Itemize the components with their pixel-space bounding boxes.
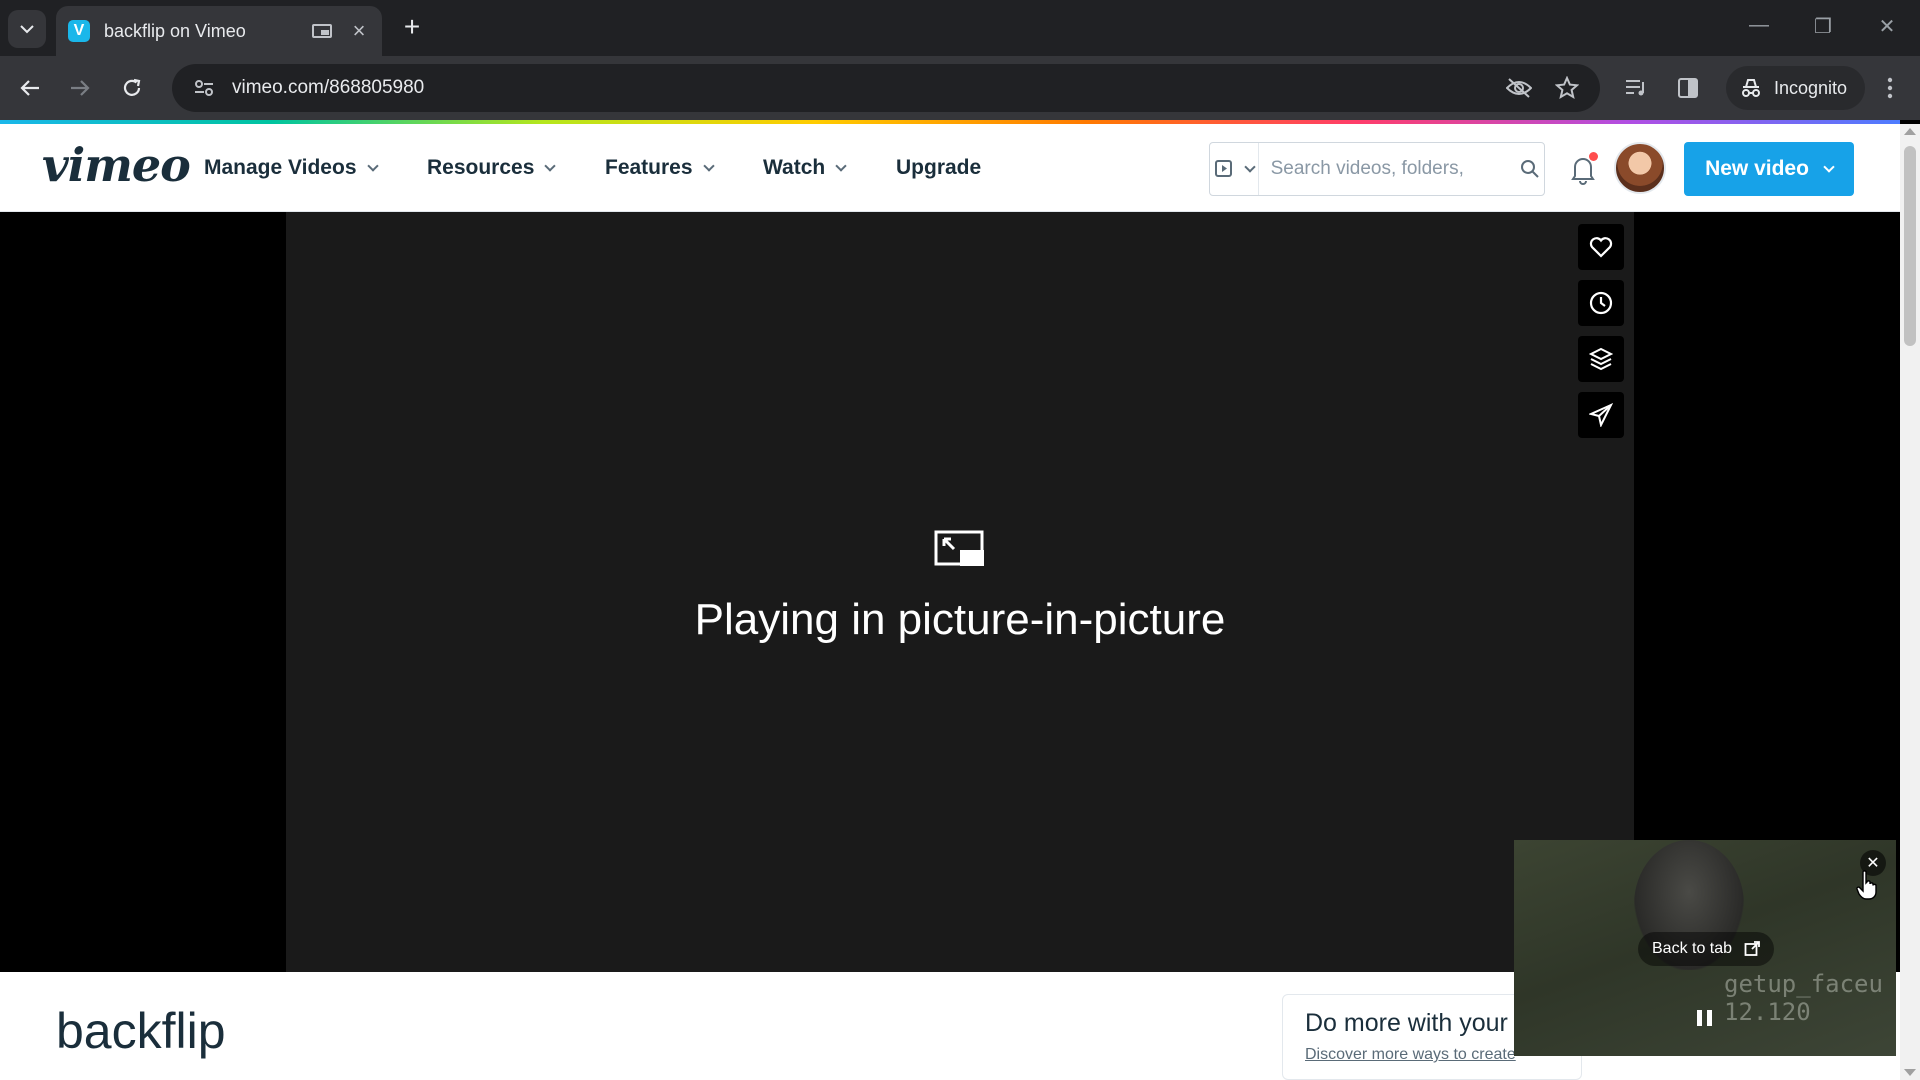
search-type-dropdown[interactable] (1210, 143, 1259, 195)
notifications-button[interactable] (1566, 152, 1600, 186)
external-link-icon (1744, 941, 1760, 956)
chevron-down-icon (544, 159, 557, 172)
forward-button[interactable] (62, 70, 98, 106)
chevron-down-icon (1244, 160, 1256, 173)
chevron-down-icon (366, 159, 379, 172)
reload-button[interactable] (114, 70, 150, 106)
browser-tabstrip: V backflip on Vimeo × + — ❐ ✕ (0, 0, 1920, 56)
nav-label: Resources (427, 156, 535, 179)
browser-tab-active[interactable]: V backflip on Vimeo × (56, 6, 382, 56)
restore-icon[interactable]: ❐ (1808, 14, 1838, 39)
search-input[interactable] (1258, 158, 1516, 180)
browser-menu-icon[interactable] (1872, 70, 1908, 106)
url-text[interactable]: vimeo.com/868805980 (232, 77, 1504, 99)
browser-toolbar: vimeo.com/868805980 Incognito (0, 56, 1920, 120)
window-close-icon[interactable]: ✕ (1872, 14, 1902, 39)
layers-icon (1589, 347, 1613, 371)
tab-title: backflip on Vimeo (104, 20, 246, 41)
nav-watch[interactable]: Watch (763, 156, 847, 180)
send-icon (1589, 403, 1613, 427)
incognito-icon (1742, 79, 1760, 97)
chevron-down-icon (702, 159, 715, 172)
nav-label: Manage Videos (204, 156, 357, 179)
incognito-label: Incognito (1774, 77, 1848, 98)
heart-icon (1589, 237, 1613, 258)
nav-features[interactable]: Features (605, 156, 715, 180)
pip-pause-button[interactable] (1692, 1006, 1716, 1030)
arrow-left-icon (20, 80, 39, 96)
picture-in-picture-icon (934, 530, 984, 566)
pause-bar (1706, 1010, 1712, 1026)
vimeo-header: vimeo Manage Videos Resources Features W… (0, 124, 1900, 212)
pip-indicator-icon (312, 24, 332, 38)
overlay-line-2: 12.120 (1724, 998, 1811, 1026)
pip-status: Playing in picture-in-picture (286, 530, 1634, 645)
scroll-thumb[interactable] (1904, 146, 1916, 346)
video-library-icon (1214, 160, 1232, 177)
overlay-line-1: getup_faceu (1724, 970, 1883, 998)
hand-cursor-icon (1856, 870, 1877, 900)
video-title: backflip (56, 1003, 226, 1059)
vimeo-logo[interactable]: vimeo (42, 138, 191, 192)
pip-video-overlay-text: getup_faceu 12.120 (1724, 970, 1883, 1026)
reload-icon (123, 78, 141, 96)
nav-manage-videos[interactable]: Manage Videos (204, 156, 379, 180)
pip-window[interactable]: ✕ Back to tab getup_faceu 12.120 (1514, 840, 1896, 1056)
new-video-button[interactable]: New video (1684, 142, 1854, 196)
vimeo-favicon-icon: V (68, 20, 90, 42)
add-to-collection-button[interactable] (1578, 336, 1624, 382)
back-button[interactable] (12, 70, 48, 106)
chevron-down-icon (835, 159, 847, 172)
notification-dot (1589, 152, 1598, 161)
search-icon[interactable] (1516, 159, 1544, 179)
new-video-label: New video (1705, 157, 1809, 180)
scroll-up-arrow-icon[interactable] (1904, 128, 1916, 135)
site-settings-icon[interactable] (190, 74, 218, 102)
nav-upgrade[interactable]: Upgrade (896, 156, 981, 180)
tab-search-button[interactable] (8, 10, 46, 48)
nav-label: Features (605, 156, 693, 179)
player-side-actions (1578, 224, 1624, 438)
eye-off-icon[interactable] (1504, 73, 1534, 103)
clock-icon (1589, 291, 1613, 315)
address-bar[interactable]: vimeo.com/868805980 (172, 64, 1600, 112)
page-scrollbar[interactable] (1900, 124, 1920, 1080)
minimize-icon[interactable]: — (1744, 14, 1774, 37)
chevron-down-icon (1823, 160, 1835, 173)
share-button[interactable] (1578, 392, 1624, 438)
pip-message: Playing in picture-in-picture (694, 595, 1226, 644)
scroll-down-arrow-icon[interactable] (1904, 1069, 1916, 1076)
star-icon[interactable] (1552, 73, 1582, 103)
new-tab-button[interactable]: + (396, 12, 428, 44)
nav-resources[interactable]: Resources (427, 156, 557, 180)
pause-bar (1696, 1010, 1702, 1026)
user-avatar[interactable] (1614, 142, 1666, 194)
incognito-badge[interactable]: Incognito (1726, 66, 1866, 110)
arrow-right-icon (71, 80, 90, 96)
tab-close-icon[interactable]: × (348, 18, 370, 44)
nav-label: Watch (763, 156, 826, 179)
watch-later-button[interactable] (1578, 280, 1624, 326)
search-box (1209, 142, 1545, 196)
side-panel-icon[interactable] (1670, 70, 1706, 106)
nav-label: Upgrade (896, 156, 982, 179)
back-to-tab-label: Back to tab (1652, 940, 1733, 957)
media-control-icon[interactable] (1618, 70, 1654, 106)
like-button[interactable] (1578, 224, 1624, 270)
chevron-down-icon (20, 25, 34, 34)
back-to-tab-button[interactable]: Back to tab (1638, 932, 1775, 966)
